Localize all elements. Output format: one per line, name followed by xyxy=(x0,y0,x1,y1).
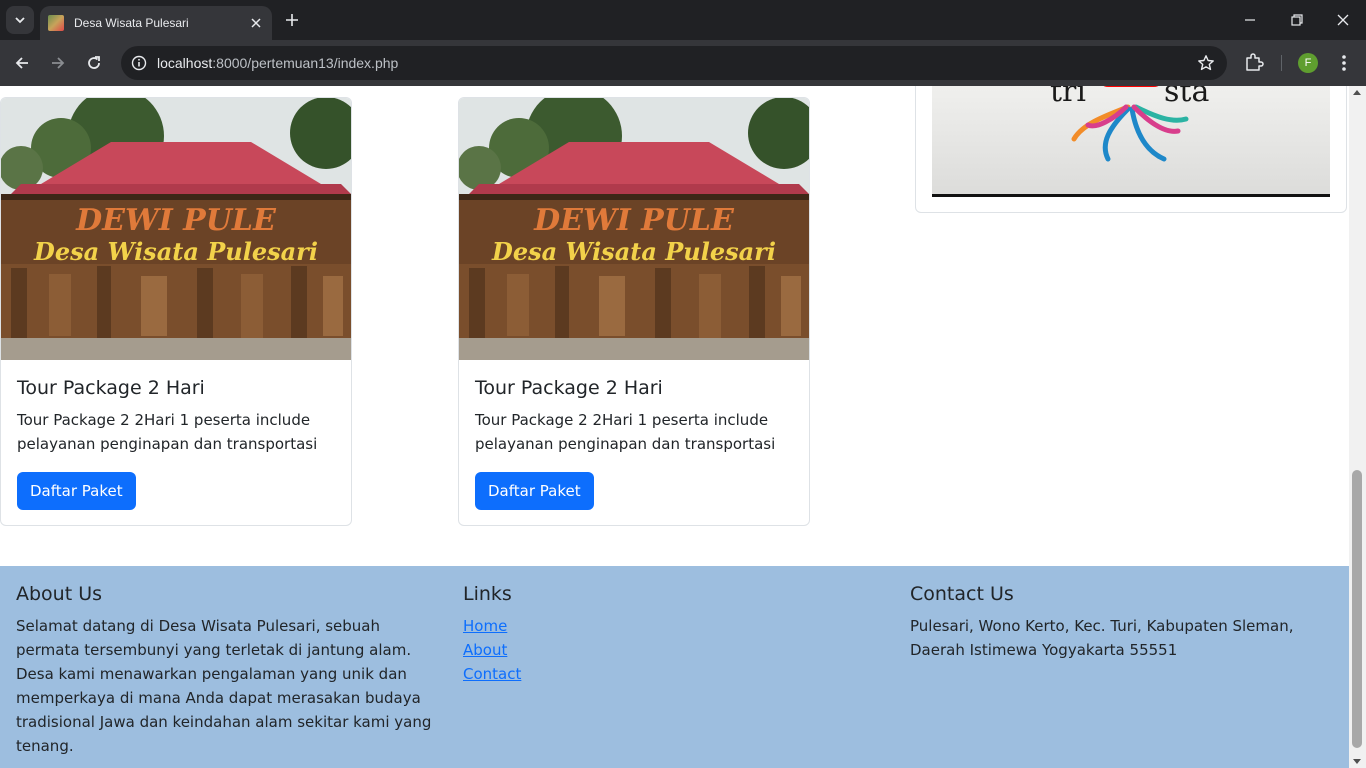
card-title: Tour Package 2 Hari xyxy=(17,377,205,399)
gate-sign-line1: DEWI PULE xyxy=(533,203,735,238)
arrow-right-icon xyxy=(52,57,65,69)
footer-links-section: Links Home About Contact xyxy=(463,582,883,686)
footer-contact-address: Pulesari, Wono Kerto, Kec. Turi, Kabupat… xyxy=(910,617,1294,659)
reload-icon xyxy=(88,56,100,69)
footer-links-heading: Links xyxy=(463,583,512,605)
extensions-puzzle-icon[interactable] xyxy=(1243,51,1265,73)
footer-about-text: Selamat datang di Desa Wisata Pulesari, … xyxy=(16,617,432,755)
scroll-down-arrow-icon[interactable] xyxy=(1353,759,1361,764)
minimize-button[interactable] xyxy=(1238,8,1262,32)
scrollbar-thumb[interactable] xyxy=(1352,470,1362,748)
logo-text-right: sta xyxy=(1164,86,1209,109)
bookmark-star-icon[interactable] xyxy=(1197,54,1215,72)
back-button[interactable] xyxy=(10,51,34,75)
footer-contact-section: Contact Us Pulesari, Wono Kerto, Kec. Tu… xyxy=(910,582,1335,662)
close-icon xyxy=(251,18,261,28)
tab-close-button[interactable] xyxy=(248,15,264,31)
url-host: localhost xyxy=(157,55,213,71)
tour-package-card: DEWI PULE Desa Wisata Pulesari Tour Pack… xyxy=(0,97,352,526)
gate-sign-line2: Desa Wisata Pulesari xyxy=(33,237,318,266)
restore-icon xyxy=(1291,14,1303,26)
address-bar[interactable]: localhost:8000/pertemuan13/index.php xyxy=(121,46,1227,80)
youtube-video-embed[interactable]: tri sta xyxy=(932,86,1330,197)
footer-link-home[interactable]: Home xyxy=(463,614,883,638)
site-footer: About Us Selamat datang di Desa Wisata P… xyxy=(0,566,1349,768)
site-favicon-icon xyxy=(48,15,64,31)
site-info-icon[interactable] xyxy=(131,55,147,71)
tour-package-image: DEWI PULE Desa Wisata Pulesari xyxy=(1,98,351,360)
arrow-left-icon xyxy=(15,57,28,69)
card-title: Tour Package 2 Hari xyxy=(475,377,663,399)
browser-tab-active[interactable]: Desa Wisata Pulesari xyxy=(40,6,272,40)
url-text[interactable]: localhost:8000/pertemuan13/index.php xyxy=(157,55,398,71)
profile-avatar[interactable]: F xyxy=(1298,53,1318,73)
gate-sign-line1: DEWI PULE xyxy=(75,203,277,238)
tour-package-image: DEWI PULE Desa Wisata Pulesari xyxy=(459,98,809,360)
wonderful-indonesia-logo: tri sta xyxy=(1050,86,1209,162)
page-viewport: DEWI PULE Desa Wisata Pulesari Tour Pack… xyxy=(0,86,1349,768)
toolbar-divider xyxy=(1281,55,1282,71)
footer-about-heading: About Us xyxy=(16,583,103,605)
footer-contact-heading: Contact Us xyxy=(910,583,1014,605)
url-path: :8000/pertemuan13/index.php xyxy=(212,55,399,71)
daftar-paket-button[interactable]: Daftar Paket xyxy=(17,472,136,510)
footer-link-about[interactable]: About xyxy=(463,638,883,662)
chevron-down-icon xyxy=(15,17,25,24)
gate-sign-line2: Desa Wisata Pulesari xyxy=(491,237,776,266)
village-gate-photo: DEWI PULE Desa Wisata Pulesari xyxy=(459,98,809,360)
daftar-paket-button[interactable]: Daftar Paket xyxy=(475,472,594,510)
reload-button[interactable] xyxy=(82,51,106,75)
youtube-play-button[interactable] xyxy=(1098,86,1164,87)
village-gate-photo: DEWI PULE Desa Wisata Pulesari xyxy=(1,98,351,360)
card-description: Tour Package 2 2Hari 1 peserta include p… xyxy=(17,411,318,453)
tour-package-card: DEWI PULE Desa Wisata Pulesari Tour Pack… xyxy=(458,97,810,526)
browser-toolbar: localhost:8000/pertemuan13/index.php F xyxy=(0,40,1366,86)
browser-tab-strip: Desa Wisata Pulesari xyxy=(0,0,1366,40)
plus-icon xyxy=(286,14,298,26)
close-icon xyxy=(1337,14,1349,26)
scroll-up-arrow-icon[interactable] xyxy=(1353,90,1361,95)
new-tab-button[interactable] xyxy=(282,10,302,30)
tab-search-button[interactable] xyxy=(6,6,34,34)
forward-button[interactable] xyxy=(46,51,70,75)
logo-text-left: tri xyxy=(1050,86,1086,109)
card-description: Tour Package 2 2Hari 1 peserta include p… xyxy=(475,411,776,453)
tab-title: Desa Wisata Pulesari xyxy=(74,16,189,30)
page-scrollbar[interactable] xyxy=(1349,86,1366,768)
minimize-icon xyxy=(1245,19,1255,21)
footer-about-section: About Us Selamat datang di Desa Wisata P… xyxy=(16,582,436,758)
more-menu-icon[interactable] xyxy=(1334,52,1354,74)
footer-link-contact[interactable]: Contact xyxy=(463,662,883,686)
restore-button[interactable] xyxy=(1285,8,1309,32)
video-card: tri sta xyxy=(915,86,1347,213)
close-window-button[interactable] xyxy=(1331,8,1355,32)
